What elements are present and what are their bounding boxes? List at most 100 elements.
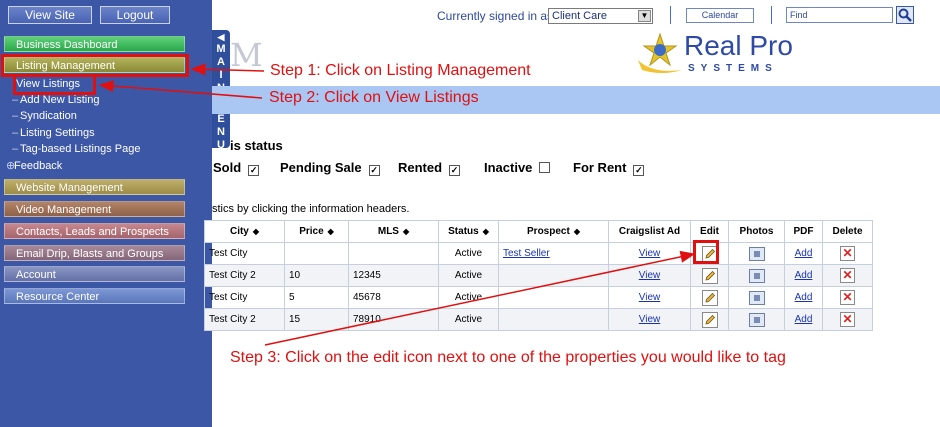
submenu-add-new-listing[interactable]: – Add New Listing bbox=[12, 93, 100, 107]
col-price-label: Price bbox=[299, 226, 324, 237]
photo-icon[interactable] bbox=[748, 312, 765, 327]
cell-craigslist: View bbox=[608, 308, 691, 331]
view-site-button[interactable]: View Site bbox=[8, 6, 92, 24]
dropdown-arrow-icon: ▼ bbox=[638, 10, 651, 22]
cell-edit bbox=[690, 308, 729, 331]
filter-rented[interactable]: Rented ✓ bbox=[398, 160, 461, 176]
header-divider bbox=[670, 6, 671, 24]
tree-line-icon: – bbox=[12, 110, 19, 122]
cell-delete: ✕ bbox=[822, 308, 873, 331]
col-mls[interactable]: MLS ◆ bbox=[348, 220, 439, 243]
menu-resource-center[interactable]: Resource Center bbox=[4, 288, 185, 304]
col-photos: Photos bbox=[728, 220, 785, 243]
tree-line-icon: – bbox=[12, 94, 19, 106]
filter-rented-checkbox[interactable]: ✓ bbox=[449, 165, 461, 176]
submenu-tag-based-listings-label: Tag-based Listings Page bbox=[20, 143, 141, 155]
filter-sold[interactable]: Sold ✓ bbox=[213, 160, 260, 176]
filter-pending-sale-checkbox[interactable]: ✓ bbox=[368, 165, 380, 176]
edit-pencil-icon[interactable] bbox=[701, 311, 718, 328]
find-input[interactable]: Find bbox=[786, 7, 893, 23]
vtab-letter: E bbox=[217, 113, 225, 125]
user-select[interactable]: Client Care ▼ bbox=[548, 8, 653, 24]
cell-city: Test City 2 bbox=[204, 264, 285, 287]
prospect-link[interactable]: Test Seller bbox=[503, 248, 550, 259]
step3-annotation: Step 3: Click on the edit icon next to o… bbox=[230, 349, 786, 366]
craigslist-view-link[interactable]: View bbox=[639, 314, 661, 325]
filter-for-rent-checkbox[interactable]: ✓ bbox=[633, 165, 645, 176]
cell-mls: 78910 bbox=[348, 308, 439, 331]
pdf-add-link[interactable]: Add bbox=[795, 248, 813, 259]
filter-inactive-label: Inactive bbox=[484, 160, 533, 175]
delete-x-icon[interactable]: ✕ bbox=[840, 290, 855, 305]
submenu-tag-based-listings[interactable]: – Tag-based Listings Page bbox=[12, 142, 140, 156]
cell-mls: 45678 bbox=[348, 286, 439, 309]
pdf-add-link[interactable]: Add bbox=[795, 314, 813, 325]
highlight-edit-icon bbox=[693, 240, 719, 264]
pdf-add-link[interactable]: Add bbox=[795, 292, 813, 303]
calendar-button[interactable]: Calendar bbox=[686, 8, 754, 23]
menu-account[interactable]: Account bbox=[4, 266, 185, 282]
header-divider bbox=[771, 6, 772, 24]
cell-city: Test City 2 bbox=[204, 308, 285, 331]
submenu-feedback[interactable]: ⊕Feedback bbox=[6, 159, 62, 173]
photo-icon[interactable] bbox=[748, 290, 765, 305]
filter-sold-checkbox[interactable]: ✓ bbox=[248, 165, 260, 176]
cell-delete: ✕ bbox=[822, 264, 873, 287]
vtab-letter: N bbox=[217, 126, 225, 138]
photo-icon[interactable] bbox=[748, 268, 765, 283]
submenu-listing-settings-label: Listing Settings bbox=[20, 127, 95, 139]
cell-pdf: Add bbox=[784, 264, 823, 287]
delete-x-icon[interactable]: ✕ bbox=[840, 246, 855, 261]
edit-pencil-icon[interactable] bbox=[701, 267, 718, 284]
filter-sold-label: Sold bbox=[213, 160, 242, 175]
submenu-listing-settings[interactable]: – Listing Settings bbox=[12, 126, 95, 140]
col-prospect-label: Prospect bbox=[527, 226, 570, 237]
expand-icon[interactable]: ⊕ bbox=[6, 159, 15, 173]
submenu-syndication[interactable]: – Syndication bbox=[12, 109, 77, 123]
cell-mls: 12345 bbox=[348, 264, 439, 287]
menu-video-management[interactable]: Video Management bbox=[4, 201, 185, 217]
vtab-letter: A bbox=[217, 56, 225, 68]
craigslist-view-link[interactable]: View bbox=[639, 248, 661, 259]
pdf-add-link[interactable]: Add bbox=[795, 270, 813, 281]
cell-edit bbox=[690, 264, 729, 287]
col-prospect[interactable]: Prospect ◆ bbox=[498, 220, 609, 243]
status-filter-title: is status bbox=[230, 138, 283, 153]
logo-text: Real Pro bbox=[684, 30, 793, 61]
photo-icon[interactable] bbox=[748, 246, 765, 261]
craigslist-view-link[interactable]: View bbox=[639, 270, 661, 281]
filter-for-rent[interactable]: For Rent ✓ bbox=[573, 160, 645, 176]
col-status[interactable]: Status ◆ bbox=[438, 220, 499, 243]
cell-delete: ✕ bbox=[822, 286, 873, 309]
menu-website-management[interactable]: Website Management bbox=[4, 179, 185, 195]
logout-button[interactable]: Logout bbox=[100, 6, 170, 24]
sort-icon: ◆ bbox=[252, 227, 260, 236]
sort-icon: ◆ bbox=[573, 227, 580, 236]
cell-status: Active bbox=[438, 264, 499, 287]
cell-pdf: Add bbox=[784, 242, 823, 265]
filter-inactive[interactable]: Inactive bbox=[484, 160, 551, 175]
craigslist-view-link[interactable]: View bbox=[639, 292, 661, 303]
menu-email-drip[interactable]: Email Drip, Blasts and Groups bbox=[4, 245, 185, 261]
filter-rented-label: Rented bbox=[398, 160, 443, 175]
cell-mls bbox=[348, 242, 439, 265]
cell-photos bbox=[728, 286, 785, 309]
delete-x-icon[interactable]: ✕ bbox=[840, 312, 855, 327]
col-city-label: City bbox=[229, 226, 249, 237]
user-select-value: Client Care bbox=[552, 10, 608, 22]
search-icon bbox=[898, 8, 912, 22]
edit-pencil-icon[interactable] bbox=[701, 289, 718, 306]
filter-pending-sale[interactable]: Pending Sale ✓ bbox=[280, 160, 380, 176]
table-row: Test City Active Test Seller View Add ✕ bbox=[204, 242, 873, 265]
step2-annotation: Step 2: Click on View Listings bbox=[269, 89, 479, 106]
col-city[interactable]: City ◆ bbox=[204, 220, 285, 243]
filter-inactive-checkbox[interactable] bbox=[539, 162, 551, 173]
search-button[interactable] bbox=[896, 6, 914, 24]
logo-subtext: SYSTEMS bbox=[688, 63, 778, 74]
step1-annotation: Step 1: Click on Listing Management bbox=[270, 62, 531, 79]
cell-photos bbox=[728, 264, 785, 287]
menu-contacts-leads[interactable]: Contacts, Leads and Prospects bbox=[4, 223, 185, 239]
col-price[interactable]: Price ◆ bbox=[284, 220, 349, 243]
menu-business-dashboard[interactable]: Business Dashboard bbox=[4, 36, 185, 52]
delete-x-icon[interactable]: ✕ bbox=[840, 268, 855, 283]
